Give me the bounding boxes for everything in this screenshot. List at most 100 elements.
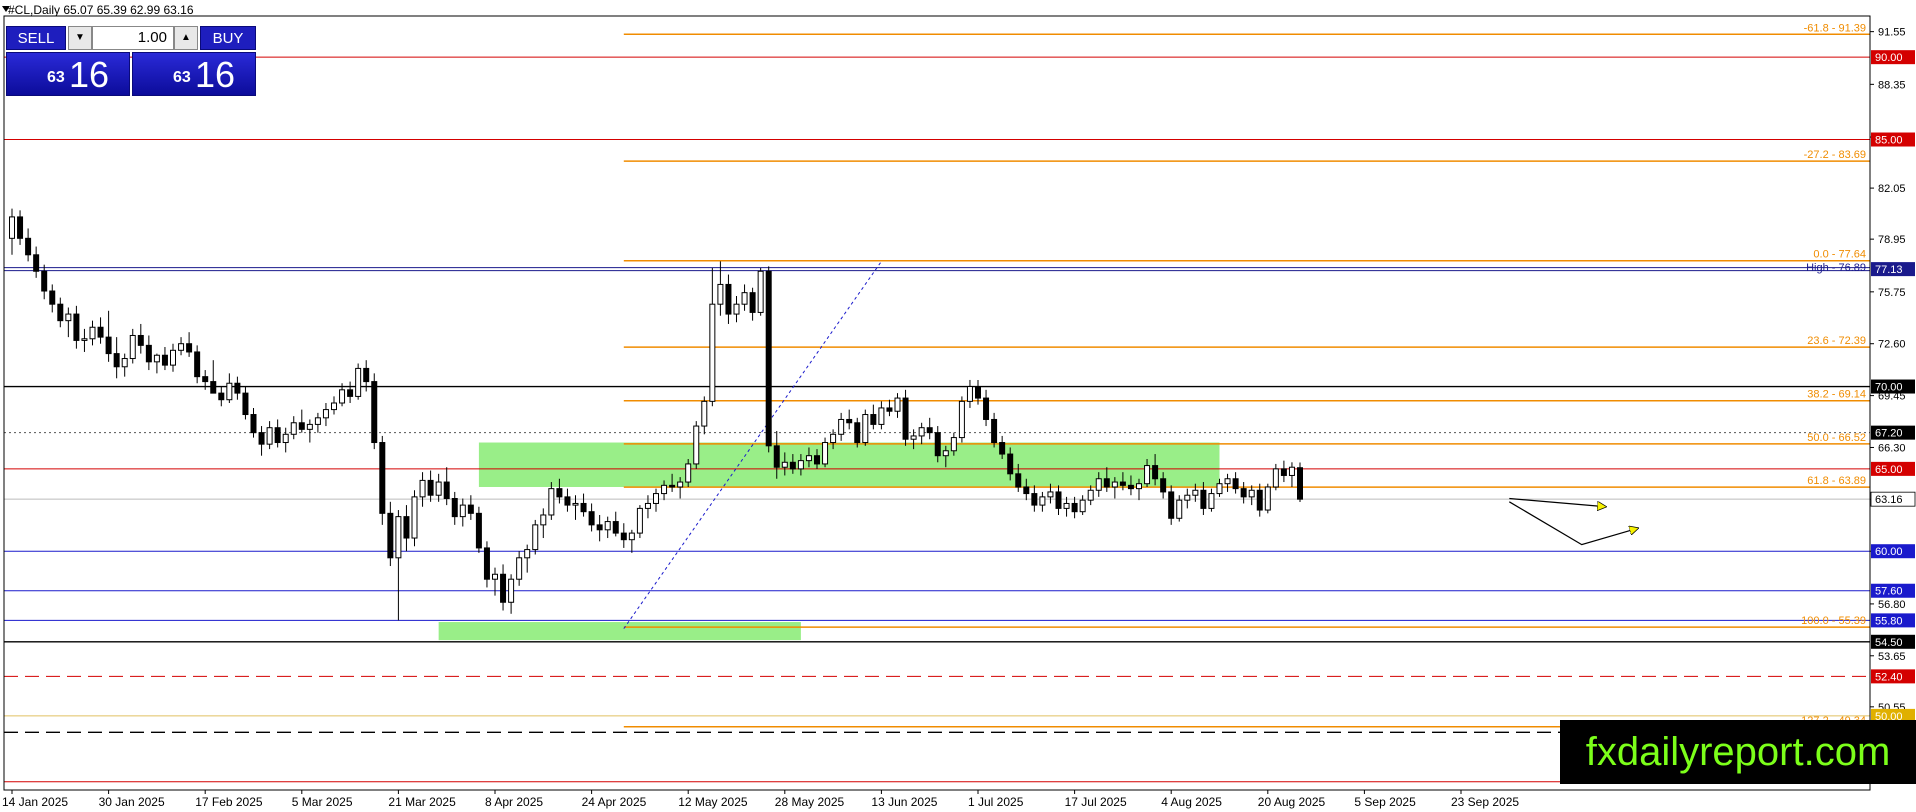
candle-body-107 [870,414,877,425]
price-chart[interactable]: -61.8 - 91.39 -27.2 - 83.69 0.0 - 77.64 23.… [0,0,1916,812]
candle-body-99 [805,455,812,462]
candle-body-79 [644,502,651,509]
price-label-3: 70.00 [1875,382,1903,394]
candle-body-127 [1031,493,1038,506]
date-label-6: 24 Apr 2025 [582,795,647,809]
price-tick-label-3: 82.05 [1878,183,1906,195]
candle-body-69 [564,496,571,506]
candle-body-8 [73,313,80,341]
candle-body-11 [97,326,104,338]
price-label-7: 60.00 [1875,546,1903,558]
candle-body-106 [862,414,869,444]
price-tick-label-4: 78.95 [1878,234,1906,246]
candle-body-67 [548,488,555,516]
candle-body-61 [500,573,507,603]
sell-price-big: 16 [69,54,110,95]
fib-label-4: 38.2 - 69.14 [1807,389,1866,401]
candle-body-78 [636,507,643,534]
candle-body-139 [1127,484,1134,490]
candle-body-60 [492,573,498,580]
price-label-10: 54.50 [1875,637,1903,649]
candle-body-5 [49,290,56,305]
candle-body-123 [999,442,1006,455]
candle-body-102 [830,433,837,444]
candle-body-142 [1152,465,1159,480]
candle-body-44 [363,367,370,383]
candle-body-29 [242,392,249,416]
candle-body-63 [516,557,523,580]
price-label-0: 90.00 [1875,52,1903,64]
price-tick-label-5: 75.75 [1878,287,1906,299]
candle-body-55 [451,498,458,518]
lot-size-input[interactable]: 1.00 [92,26,174,50]
candle-body-46 [379,442,386,514]
date-label-10: 1 Jul 2025 [968,795,1024,809]
price-tick-label-11: 56.80 [1878,599,1906,611]
candle-body-133 [1079,499,1086,513]
candle-body-158 [1280,468,1287,476]
price-label-9: 55.80 [1875,615,1903,627]
price-tick-label-6: 72.60 [1878,339,1906,351]
brand-watermark: fxdailyreport.com [1560,720,1916,784]
candle-body-81 [661,484,668,495]
candle-body-72 [588,511,595,526]
sell-price[interactable]: 63 16 [6,52,130,96]
candle-body-135 [1095,478,1102,491]
candle-body-119 [966,386,973,402]
candle-body-37 [306,423,313,430]
lot-decrease-icon[interactable]: ▼ [68,26,92,50]
candle-body-159 [1288,466,1295,476]
high-label: High - 76.89 [1806,262,1866,274]
candle-body-116 [942,450,949,457]
date-label-1: 30 Jan 2025 [99,795,165,809]
candle-body-157 [1272,468,1279,488]
candle-body-25 [210,381,217,394]
candle-body-111 [902,397,909,440]
candle-body-62 [508,578,515,603]
candle-body-52 [427,479,434,496]
candle-body-28 [234,382,241,394]
candle-body-93 [757,270,764,313]
candle-body-40 [331,402,337,411]
candle-body-121 [983,397,990,420]
candle-body-88 [717,283,724,305]
zone-1 [438,622,801,641]
candle-body-42 [347,389,354,397]
sell-button[interactable]: SELL [6,26,66,50]
candle-body-160 [1297,467,1303,500]
date-label-9: 13 Jun 2025 [871,795,937,809]
candle-body-82 [669,484,676,488]
lot-increase-icon[interactable]: ▲ [174,26,198,50]
candle-body-7 [65,313,72,322]
candle-body-4 [41,270,48,292]
candle-body-34 [282,433,289,444]
candle-body-149 [1208,493,1215,509]
candle-body-153 [1240,488,1247,498]
buy-price[interactable]: 63 16 [132,52,256,96]
candle-body-3 [33,254,40,272]
candle-body-113 [918,427,925,437]
candle-body-33 [274,427,281,444]
candle-body-122 [991,418,998,444]
candle-body-16 [137,334,144,346]
candle-body-83 [677,481,684,488]
candle-body-30 [250,414,257,434]
candle-body-126 [1023,486,1030,495]
candle-body-18 [153,354,160,363]
buy-button[interactable]: BUY [200,26,256,50]
candle-body-138 [1119,481,1126,486]
fib-label-5: 50.0 - 66.52 [1807,432,1866,444]
price-label-4: 67.20 [1875,428,1903,440]
buy-price-big: 16 [195,54,236,95]
date-label-15: 23 Sep 2025 [1451,795,1519,809]
candle-body-73 [596,524,603,531]
candle-body-150 [1216,483,1223,495]
one-click-trading-panel: SELL ▼ 1.00 ▲ BUY 63 16 63 16 [6,24,256,96]
date-label-2: 17 Feb 2025 [195,795,263,809]
candle-body-117 [950,437,957,452]
candle-body-36 [298,422,305,430]
candle-body-10 [89,326,96,340]
price-tick-label-8: 66.30 [1878,442,1906,454]
candle-body-80 [653,493,659,504]
price-tick-label-1: 88.35 [1878,79,1906,91]
